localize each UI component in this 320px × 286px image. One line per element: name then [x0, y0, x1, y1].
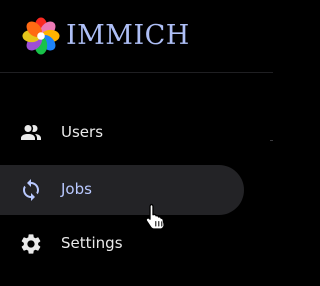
- hand-pointer-icon: [145, 203, 165, 230]
- sidebar-item-users[interactable]: Users: [0, 108, 244, 158]
- gear-icon: [21, 234, 41, 254]
- app-title: IMMICH: [66, 20, 190, 51]
- panel-edge: [270, 140, 273, 141]
- sidebar-item-jobs[interactable]: Jobs: [0, 165, 244, 215]
- app-header: IMMICH: [0, 0, 273, 72]
- sidebar-item-settings[interactable]: Settings: [0, 219, 244, 269]
- immich-logo-icon[interactable]: [22, 17, 60, 55]
- sidebar-item-label: Settings: [61, 234, 123, 252]
- sidebar-item-label: Jobs: [61, 180, 92, 198]
- users-icon: [21, 124, 41, 140]
- header-divider: [0, 72, 273, 73]
- sidebar-item-label: Users: [61, 123, 104, 141]
- sync-icon: [23, 179, 39, 201]
